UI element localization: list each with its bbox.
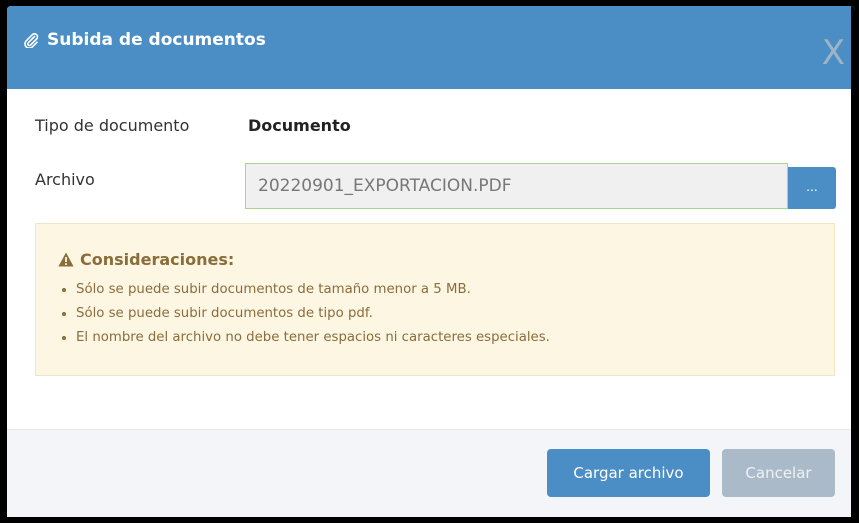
dialog-header: Subida de documentos X (7, 6, 855, 89)
list-item: Sólo se puede subir documentos de tipo p… (76, 302, 550, 326)
paperclip-icon (23, 32, 39, 49)
warning-icon (58, 252, 74, 267)
upload-dialog: Subida de documentos X Tipo de documento… (7, 6, 855, 517)
doc-type-value: Documento (248, 116, 351, 135)
close-button[interactable]: X (822, 36, 845, 70)
cancel-button[interactable]: Cancelar (722, 449, 835, 497)
browse-button[interactable]: ... (788, 167, 836, 209)
doc-type-label: Tipo de documento (35, 116, 190, 135)
file-label: Archivo (35, 170, 95, 189)
notice-title-wrap: Consideraciones: (58, 250, 234, 269)
dialog-title-wrap: Subida de documentos (23, 30, 266, 50)
file-input[interactable] (245, 163, 788, 209)
dialog-title: Subida de documentos (47, 30, 266, 50)
dialog-footer: Cargar archivo Cancelar (7, 429, 855, 517)
upload-button[interactable]: Cargar archivo (547, 449, 710, 497)
considerations-list: Sólo se puede subir documentos de tamaño… (58, 278, 550, 350)
considerations-notice: Consideraciones: Sólo se puede subir doc… (35, 223, 835, 376)
notice-title: Consideraciones: (80, 250, 235, 269)
list-item: El nombre del archivo no debe tener espa… (76, 326, 550, 350)
window-edge (851, 6, 855, 517)
list-item: Sólo se puede subir documentos de tamaño… (76, 278, 550, 302)
